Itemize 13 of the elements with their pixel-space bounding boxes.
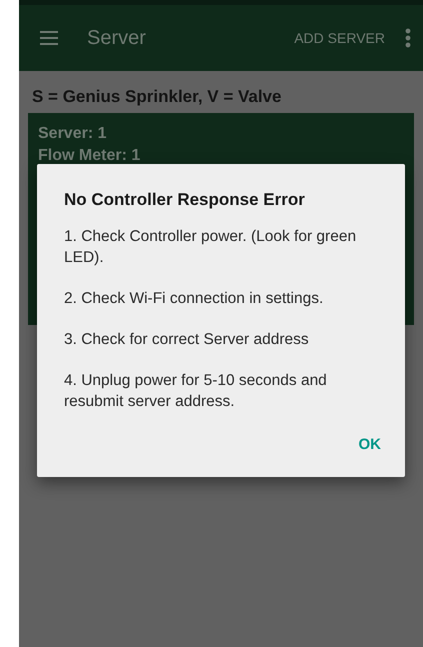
app-bar-title: Server bbox=[87, 26, 147, 50]
dialog-message: 4. Unplug power for 5-10 seconds and resubmit server address. bbox=[64, 371, 328, 412]
ok-button[interactable]: OK bbox=[356, 432, 383, 461]
dialog-message: 1. Check Controller power. (Look for green LED). bbox=[64, 227, 358, 268]
menu-icon[interactable] bbox=[40, 31, 58, 45]
dialog-message: 3. Check for correct Server address bbox=[64, 330, 310, 350]
server-card-text: Server: 1 bbox=[38, 124, 108, 144]
dialog-message: 2. Check Wi-Fi connection in settings. bbox=[64, 289, 324, 309]
server-card-text: Flow Meter: 1 bbox=[38, 146, 142, 166]
more-options-icon[interactable] bbox=[405, 28, 411, 48]
legend-text: S = Genius Sprinkler, V = Valve bbox=[32, 87, 282, 107]
dialog-title: No Controller Response Error bbox=[64, 190, 306, 210]
add-server-button[interactable]: ADD SERVER bbox=[294, 30, 385, 46]
